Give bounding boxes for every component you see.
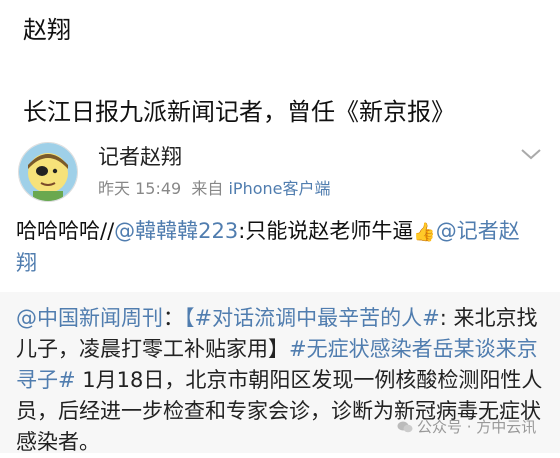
post-text-middle: :只能说赵老师牛逼 (238, 219, 414, 243)
thumbs-up-icon: 👍 (413, 222, 436, 243)
avatar-image (19, 143, 77, 201)
repost-body: 1月18日，北京市朝阳区发现一例核酸检测阳性人员，后经进一步检查和专家会诊，诊断… (16, 368, 543, 454)
wechat-icon (397, 421, 413, 433)
mention-link[interactable]: @韓韓韓223 (114, 219, 238, 243)
post-author-name[interactable]: 记者赵翔 (98, 143, 182, 171)
repost-colon: ： (163, 306, 184, 330)
chevron-down-icon[interactable] (520, 147, 542, 161)
watermark: 公众号 · 方中云讯 (397, 417, 536, 437)
profile-description: 长江日报九派新闻记者，曾任《新京报》 (23, 98, 455, 126)
post-device[interactable]: iPhone客户端 (228, 179, 330, 198)
watermark-text: 公众号 · 方中云讯 (417, 418, 537, 436)
post-meta: 昨天 15:49 来自 iPhone客户端 (98, 178, 331, 200)
hashtag-link[interactable]: 【#对话流调中最辛苦的人# (184, 306, 440, 330)
repost-mention[interactable]: @中国新闻周刊 (16, 306, 163, 330)
post-source-prefix: 来自 (191, 179, 224, 198)
post-time: 昨天 15:49 (98, 179, 182, 198)
profile-name: 赵翔 (23, 16, 71, 44)
avatar[interactable] (18, 142, 78, 202)
post-text: 哈哈哈哈//@韓韓韓223:只能说赵老师牛逼👍@记者赵翔 (16, 216, 536, 279)
post-text-start: 哈哈哈哈// (16, 219, 115, 243)
